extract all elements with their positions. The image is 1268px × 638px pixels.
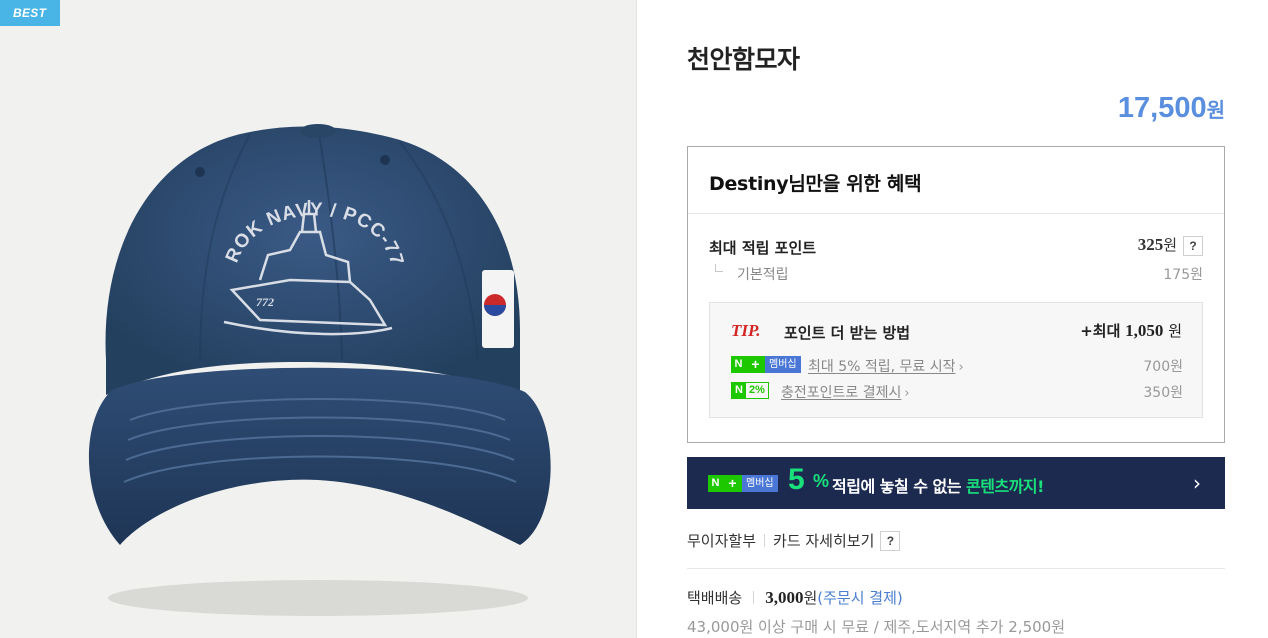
membership-amount: 700원 bbox=[1143, 359, 1183, 375]
card-details-link[interactable]: 카드 자세히보기 bbox=[773, 530, 874, 551]
divider bbox=[688, 213, 1224, 214]
tree-connector bbox=[715, 264, 723, 272]
ship-number-text: 772 bbox=[256, 295, 274, 309]
free-shipping-info: 43,000원 이상 구매 시 무료 / 제주,도서지역 추가 2,500원 bbox=[687, 618, 1065, 636]
membership-label: 멤버십 bbox=[742, 475, 778, 492]
banner-big-number: 5 bbox=[788, 463, 805, 496]
banner-text: 적립에 놓칠 수 없는 콘텐츠까지! bbox=[832, 473, 1044, 497]
chevron-right-icon: › bbox=[904, 386, 910, 401]
shipping-fee-unit: 원 bbox=[803, 589, 818, 607]
product-price: 17,500원 bbox=[1118, 92, 1225, 125]
tip-max-unit: 원 bbox=[1168, 322, 1182, 340]
tip-box: TIP. 포인트 더 받는 방법 +최대 1,050 원 N + 멤버십 최대 … bbox=[709, 302, 1203, 418]
divider bbox=[687, 568, 1225, 569]
membership-banner[interactable]: N + 멤버십 5 % 적립에 놓칠 수 없는 콘텐츠까지! › bbox=[687, 457, 1225, 509]
installment-label: 무이자할부 bbox=[687, 532, 757, 550]
tip-max-number: 1,050 bbox=[1125, 321, 1164, 340]
membership-label: 멤버십 bbox=[765, 356, 801, 373]
base-points-label: 기본적립 bbox=[737, 267, 789, 283]
percent-label: 2% bbox=[749, 384, 765, 396]
plus-icon: + bbox=[746, 356, 765, 373]
naver-n-icon: N bbox=[731, 356, 746, 373]
shipping-payment-note: (주문시 결제) bbox=[817, 589, 903, 607]
tip-max-prefix: +최대 bbox=[1080, 322, 1121, 340]
benefit-box: Destiny님만을 위한 혜택 최대 적립 포인트 325원 ? 기본적립 1… bbox=[687, 146, 1225, 443]
benefit-title: Destiny님만을 위한 혜택 bbox=[709, 173, 922, 195]
banner-percent: % bbox=[813, 471, 830, 491]
max-points-number: 325 bbox=[1137, 235, 1164, 254]
base-points-value: 175원 bbox=[1163, 267, 1203, 283]
product-image[interactable]: ROK NAVY / PCC-772 772 BEST bbox=[0, 0, 637, 638]
best-badge: BEST bbox=[0, 0, 60, 26]
cap-illustration: ROK NAVY / PCC-772 772 bbox=[0, 0, 551, 616]
tip-row-membership: N + 멤버십 최대 5% 적립, 무료 시작 › 700원 bbox=[731, 356, 1183, 376]
shipping-row: 택배배송 3,000 원 (주문시 결제) bbox=[687, 587, 903, 608]
separator bbox=[764, 534, 766, 547]
naver-plus-membership-badge: N + 멤버십 bbox=[731, 356, 801, 373]
tip-text: 포인트 더 받는 방법 bbox=[784, 324, 911, 342]
shipping-fee: 3,000 bbox=[765, 587, 804, 607]
card-help-button[interactable]: ? bbox=[880, 530, 901, 551]
charge-points-amount: 350원 bbox=[1143, 385, 1183, 401]
separator bbox=[753, 591, 755, 604]
naver-n-icon: N bbox=[708, 475, 723, 492]
naver-plus-membership-badge: N + 멤버십 bbox=[708, 475, 778, 492]
shipping-method: 택배배송 bbox=[687, 589, 743, 607]
price-number: 17,500 bbox=[1117, 92, 1207, 124]
max-points-label: 최대 적립 포인트 bbox=[709, 239, 817, 257]
banner-text-green: 콘텐츠까지! bbox=[966, 477, 1044, 496]
chevron-right-icon: › bbox=[1193, 471, 1201, 495]
plus-icon: + bbox=[723, 475, 742, 492]
charge-points-link-text: 충전포인트로 결제시 bbox=[781, 385, 902, 401]
tip-row-charge-points: N 2% 충전포인트로 결제시 › 350원 bbox=[731, 382, 1183, 402]
membership-link-text: 최대 5% 적립, 무료 시작 bbox=[808, 359, 956, 375]
points-help-button[interactable]: ? bbox=[1183, 236, 1203, 256]
tip-label: TIP. bbox=[731, 321, 761, 340]
naver-n-icon: N bbox=[732, 383, 746, 398]
installment-row: 무이자할부 카드 자세히보기 ? bbox=[687, 530, 901, 551]
naver-2pct-badge: N 2% bbox=[731, 382, 769, 399]
banner-text-white: 적립에 놓칠 수 없는 bbox=[832, 477, 967, 496]
tip-max-points: +최대 1,050 원 bbox=[1080, 320, 1182, 341]
chevron-right-icon: › bbox=[958, 360, 964, 375]
max-points-unit: 원 bbox=[1163, 236, 1177, 254]
max-points-value: 325원 bbox=[1138, 234, 1177, 255]
charge-points-link[interactable]: 충전포인트로 결제시 › bbox=[781, 382, 910, 402]
membership-link[interactable]: 최대 5% 적립, 무료 시작 › bbox=[808, 356, 964, 376]
product-title: 천안함모자 bbox=[687, 45, 800, 74]
price-unit: 원 bbox=[1206, 98, 1225, 122]
